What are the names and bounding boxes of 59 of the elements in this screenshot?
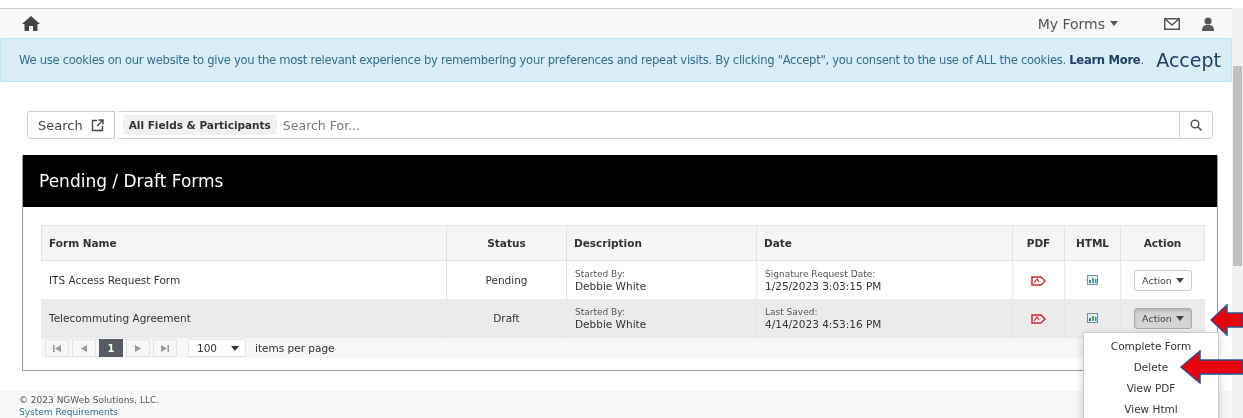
skip-back-icon	[53, 344, 61, 352]
description-label: Started By:	[575, 268, 625, 279]
search-button[interactable]	[1179, 111, 1213, 139]
menu-item[interactable]: Delete	[1131, 357, 1171, 378]
triangle-right-icon	[134, 344, 142, 352]
next-page-button[interactable]	[126, 339, 150, 357]
description-value: Debbie White	[575, 317, 647, 330]
search-input[interactable]: Search For...	[276, 111, 1179, 139]
column-header[interactable]: Description	[566, 225, 756, 261]
search-button[interactable]: Search	[27, 111, 115, 139]
search-icon	[1190, 119, 1202, 131]
pdf-icon[interactable]	[1031, 312, 1046, 324]
column-header[interactable]: Date	[756, 225, 1012, 261]
column-header[interactable]: PDF	[1012, 225, 1064, 261]
previous-page-button[interactable]	[72, 339, 96, 357]
panel-title: Pending / Draft Forms	[23, 155, 1217, 207]
page-button[interactable]: 1	[99, 339, 123, 357]
column-header[interactable]: Form Name	[41, 225, 446, 261]
caret-icon	[1175, 277, 1184, 283]
pointer-arrow	[1180, 350, 1243, 384]
home-icon[interactable]	[22, 16, 40, 31]
menu-item[interactable]: Complete Form	[1108, 336, 1194, 357]
pdf-icon[interactable]	[1031, 274, 1046, 286]
first-page-button[interactable]	[45, 339, 69, 357]
action-button[interactable]: Action	[1134, 307, 1192, 329]
menu-item[interactable]: View Html	[1122, 399, 1180, 418]
last-page-button[interactable]	[153, 339, 177, 357]
description-label: Started By:	[575, 306, 625, 317]
date-label: Signature Request Date:	[765, 268, 876, 279]
action-button[interactable]: Action	[1134, 269, 1192, 291]
cookie-notice: We use cookies on our website to give you the most relevant experience by remembering your preferences and repeat visits. By clicking "Accept", you consent to the use of ALL the cookies. Learn More.	[19, 53, 1145, 67]
date-label: Last Saved:	[765, 306, 818, 317]
date-value: 1/25/2023 3:03:15 PM	[765, 279, 882, 292]
my-forms-menu[interactable]: My Forms	[1037, 15, 1118, 32]
date-value: 4/14/2023 4:53:16 PM	[765, 317, 882, 330]
menu-item[interactable]: View PDF	[1124, 378, 1178, 399]
caret-icon	[1175, 315, 1184, 321]
column-header[interactable]: HTML	[1064, 225, 1120, 261]
image-icon[interactable]	[1087, 275, 1098, 285]
mail-icon[interactable]	[1164, 17, 1180, 30]
caret-icon	[231, 345, 239, 351]
description-value: Debbie White	[575, 279, 647, 292]
column-header[interactable]: Action	[1120, 225, 1205, 261]
pager-label: items per page	[255, 342, 335, 354]
table-cell: Draft	[446, 299, 566, 337]
caret-icon	[1110, 21, 1118, 26]
accept-button[interactable]: Accept	[1156, 49, 1221, 71]
scrollbar[interactable]	[1232, 8, 1243, 418]
image-icon[interactable]	[1087, 313, 1098, 323]
user-icon[interactable]	[1202, 16, 1214, 31]
copyright-text: © 2023 NGWeb Solutions, LLC.	[19, 395, 160, 405]
column-header[interactable]: Status	[446, 225, 566, 261]
pointer-arrow	[1210, 304, 1243, 336]
skip-forward-icon	[161, 344, 169, 352]
table-cell: Telecommuting Agreement	[41, 299, 446, 337]
page-size-select[interactable]: 100	[188, 339, 246, 357]
search-scope-tag[interactable]: All Fields & Participants	[114, 111, 277, 139]
external-link-icon	[90, 118, 104, 132]
triangle-left-icon	[80, 344, 88, 352]
